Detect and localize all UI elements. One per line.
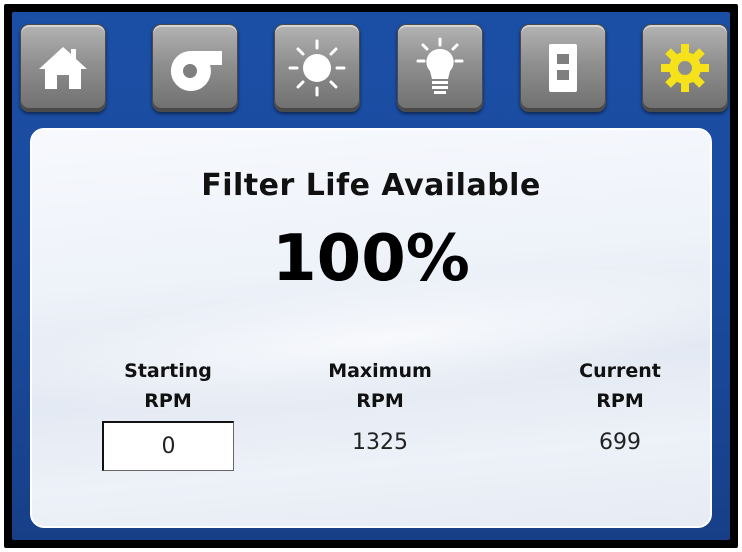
maximum-rpm-label: Maximum RPM	[300, 356, 460, 416]
current-rpm-label-line1: Current	[579, 360, 661, 382]
screen: Filter Life Available 100% Starting RPM …	[12, 12, 730, 540]
starting-rpm-label-line1: Starting	[124, 360, 212, 382]
switch-icon	[549, 44, 577, 92]
filter-life-value: 100%	[272, 222, 470, 296]
current-rpm-label: Current RPM	[540, 356, 700, 416]
sun-icon	[288, 39, 346, 97]
device-frame: Filter Life Available 100% Starting RPM …	[0, 0, 742, 552]
starting-rpm-input[interactable]	[102, 421, 234, 471]
settings-button[interactable]	[642, 24, 728, 112]
sun-button[interactable]	[274, 24, 360, 112]
panel-title: Filter Life Available	[201, 168, 541, 203]
home-button[interactable]	[20, 24, 106, 112]
blower-button[interactable]	[152, 24, 238, 112]
filter-panel: Filter Life Available 100% Starting RPM …	[30, 128, 712, 528]
maximum-rpm-label-line1: Maximum	[328, 360, 432, 382]
light-button[interactable]	[397, 24, 483, 112]
home-icon	[39, 47, 87, 89]
starting-rpm-label: Starting RPM	[88, 356, 248, 416]
maximum-rpm-value: 1325	[352, 430, 408, 455]
blower-icon	[170, 51, 222, 91]
maximum-rpm-label-line2: RPM	[356, 390, 404, 412]
switch-button[interactable]	[520, 24, 606, 112]
gear-icon	[661, 44, 709, 92]
current-rpm-value: 699	[599, 430, 641, 455]
nav-bar	[12, 12, 730, 124]
light-bulb-icon	[416, 37, 464, 94]
current-rpm-label-line2: RPM	[596, 390, 644, 412]
starting-rpm-label-line2: RPM	[144, 390, 192, 412]
